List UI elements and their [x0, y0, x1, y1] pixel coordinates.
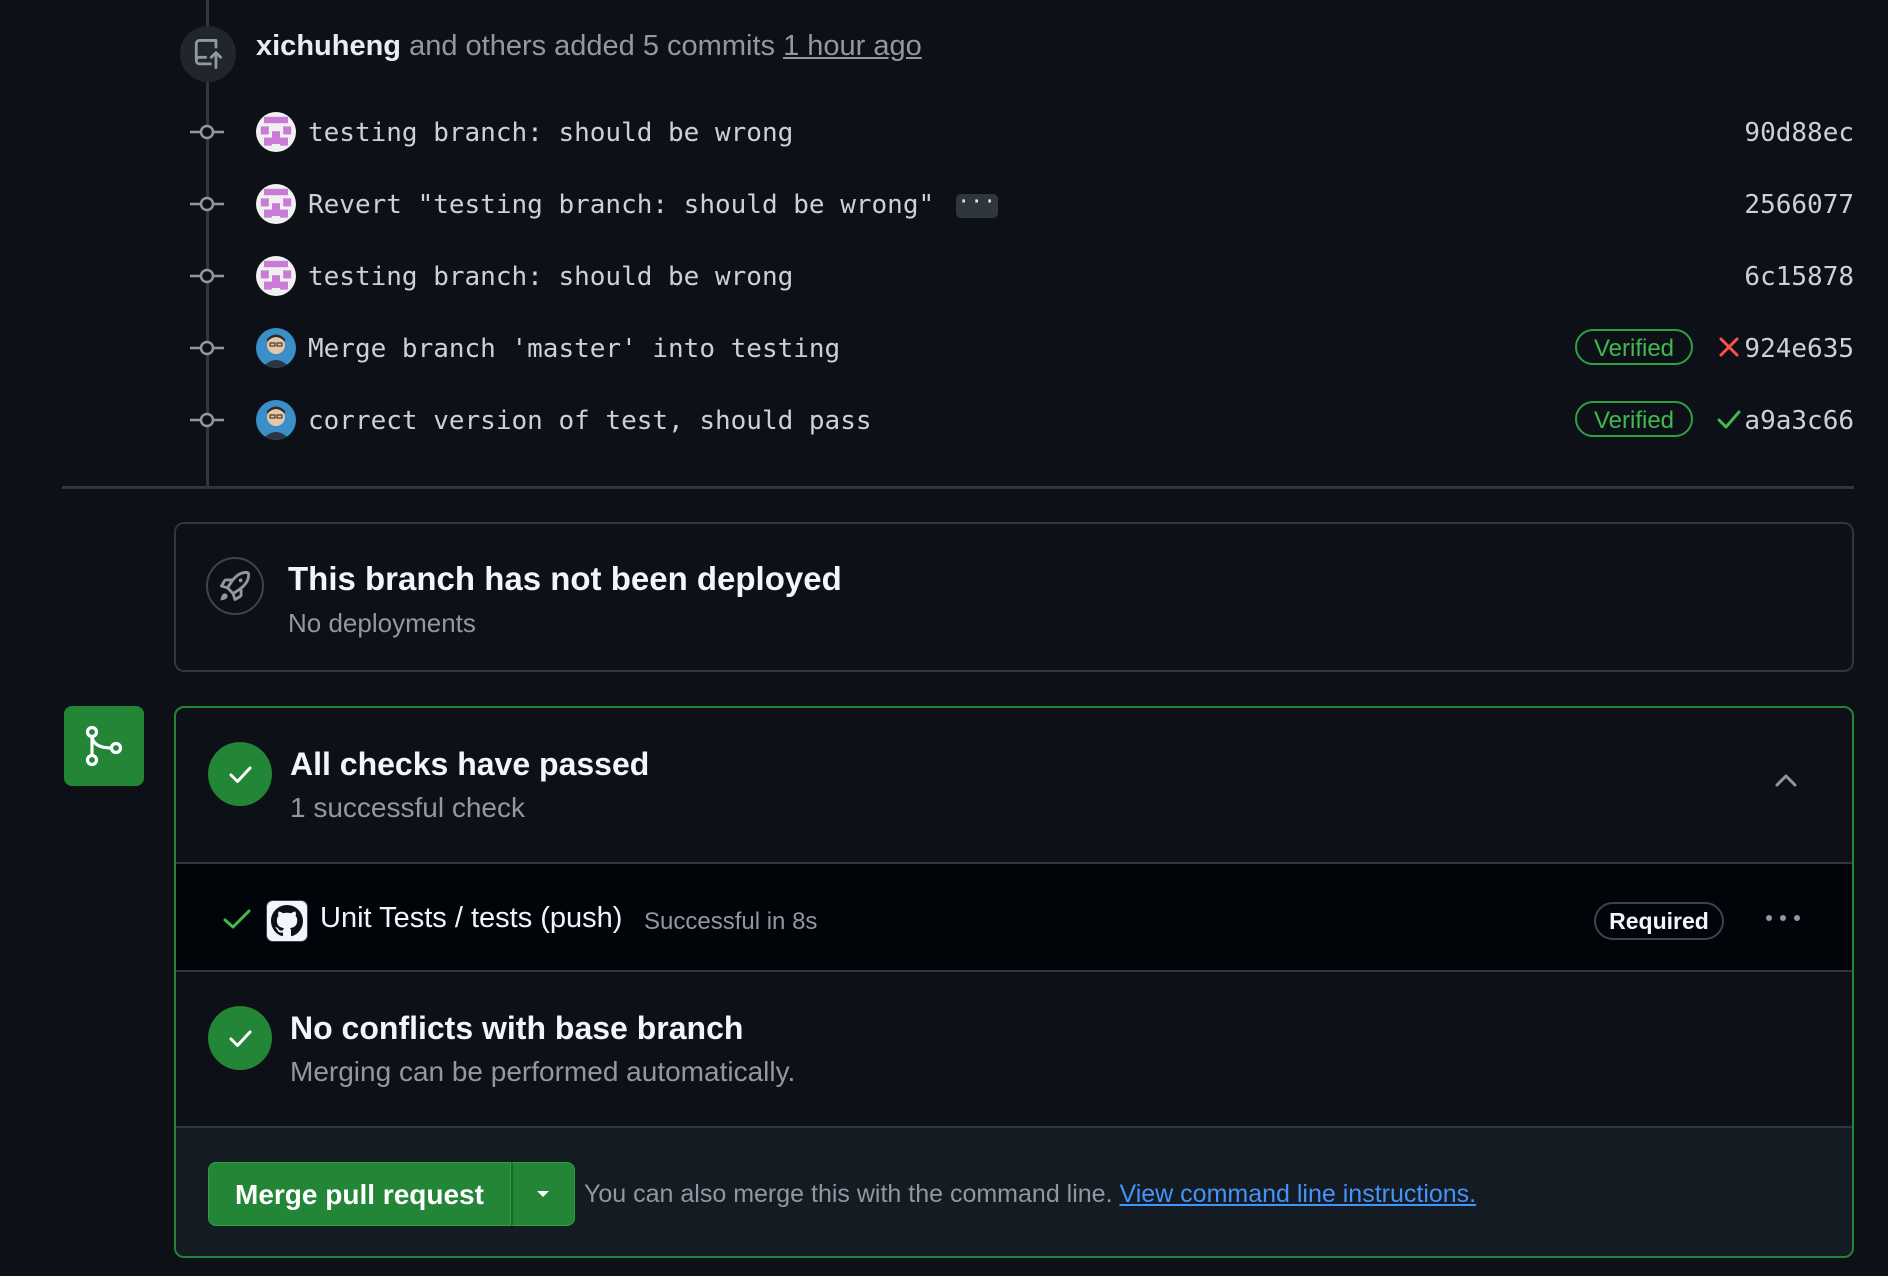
commit-node-icon: [190, 412, 224, 428]
kebab-horizontal-icon[interactable]: [1762, 906, 1804, 930]
check-run-name[interactable]: Unit Tests / tests (push): [320, 902, 622, 935]
commit-row: correct version of test, should pass Ver…: [0, 390, 1888, 450]
commit-node-icon: [190, 124, 224, 140]
push-time-link[interactable]: 1 hour ago: [783, 30, 922, 62]
conflicts-subtitle: Merging can be performed automatically.: [290, 1056, 796, 1087]
commit-row: Merge branch 'master' into testing Verif…: [0, 318, 1888, 378]
deployment-subtitle: No deployments: [288, 608, 476, 638]
commit-node-icon: [190, 196, 224, 212]
push-event-icon: [180, 26, 236, 82]
merge-pull-request-button[interactable]: Merge pull request: [208, 1162, 511, 1226]
timeline-divider: [62, 486, 1854, 489]
identicon-avatar[interactable]: [256, 112, 296, 152]
check-circle-icon: [208, 742, 272, 806]
git-merge-icon: [64, 706, 144, 786]
deployment-status-box: This branch has not been deployed No dep…: [174, 522, 1854, 672]
commit-message-link[interactable]: Merge branch 'master' into testing: [308, 334, 840, 364]
checks-summary[interactable]: All checks have passed 1 successful chec…: [176, 708, 1852, 864]
user-avatar[interactable]: [256, 400, 296, 440]
push-event-header: xichuheng and others added 5 commits 1 h…: [256, 30, 922, 63]
commit-message-link[interactable]: testing branch: should be wrong: [308, 118, 793, 148]
checks-subtitle: 1 successful check: [290, 792, 525, 823]
user-avatar[interactable]: [256, 328, 296, 368]
commit-sha-link[interactable]: 924e635: [1744, 334, 1854, 364]
merge-hint-text: You can also merge this with the command…: [584, 1180, 1120, 1208]
commit-row: testing branch: should be wrong 90d88ec: [0, 102, 1888, 162]
conflicts-status: No conflicts with base branch Merging ca…: [176, 972, 1852, 1128]
verified-badge[interactable]: Verified: [1575, 329, 1693, 365]
commit-message-link[interactable]: correct version of test, should pass: [308, 406, 872, 436]
push-action-text: and others added 5 commits: [401, 30, 784, 62]
check-icon[interactable]: [1716, 406, 1742, 432]
identicon-avatar[interactable]: [256, 256, 296, 296]
check-run-status: Successful in 8s: [644, 908, 818, 935]
commit-node-icon: [190, 340, 224, 356]
commit-message-link[interactable]: testing branch: should be wrong: [308, 262, 793, 292]
merge-method-dropdown[interactable]: [510, 1162, 575, 1226]
merge-button-group: Merge pull request: [208, 1162, 575, 1226]
merge-box: All checks have passed 1 successful chec…: [174, 706, 1854, 1258]
checks-title: All checks have passed: [290, 746, 650, 782]
commit-sha-link[interactable]: 6c15878: [1744, 262, 1854, 292]
merge-hint: You can also merge this with the command…: [584, 1180, 1476, 1209]
check-run-row[interactable]: Unit Tests / tests (push) Successful in …: [176, 864, 1852, 972]
required-badge: Required: [1594, 902, 1724, 940]
merge-actions: Merge pull request You can also merge th…: [176, 1128, 1852, 1256]
github-logo-icon: [266, 900, 308, 942]
chevron-up-icon[interactable]: [1770, 764, 1802, 796]
commit-message-link[interactable]: Revert "testing branch: should be wrong": [308, 190, 934, 220]
conflicts-title: No conflicts with base branch: [290, 1010, 744, 1046]
deployment-title: This branch has not been deployed: [288, 560, 842, 597]
x-icon[interactable]: [1716, 334, 1742, 360]
commit-row: Revert "testing branch: should be wrong"…: [0, 174, 1888, 234]
command-line-instructions-link[interactable]: View command line instructions.: [1119, 1180, 1476, 1208]
check-icon: [223, 909, 251, 929]
commit-node-icon: [190, 268, 224, 284]
identicon-avatar[interactable]: [256, 184, 296, 224]
commit-sha-link[interactable]: 90d88ec: [1744, 118, 1854, 148]
verified-badge[interactable]: Verified: [1575, 401, 1693, 437]
commit-sha-link[interactable]: 2566077: [1744, 190, 1854, 220]
triangle-down-icon: [537, 1191, 550, 1197]
commit-sha-link[interactable]: a9a3c66: [1744, 406, 1854, 436]
commit-message-text: Revert "testing branch: should be wrong"…: [308, 190, 999, 220]
rocket-icon: [206, 557, 264, 615]
push-author-link[interactable]: xichuheng: [256, 30, 401, 62]
expand-commit-button[interactable]: ···: [956, 191, 999, 218]
check-circle-icon: [208, 1006, 272, 1070]
commit-row: testing branch: should be wrong 6c15878: [0, 246, 1888, 306]
